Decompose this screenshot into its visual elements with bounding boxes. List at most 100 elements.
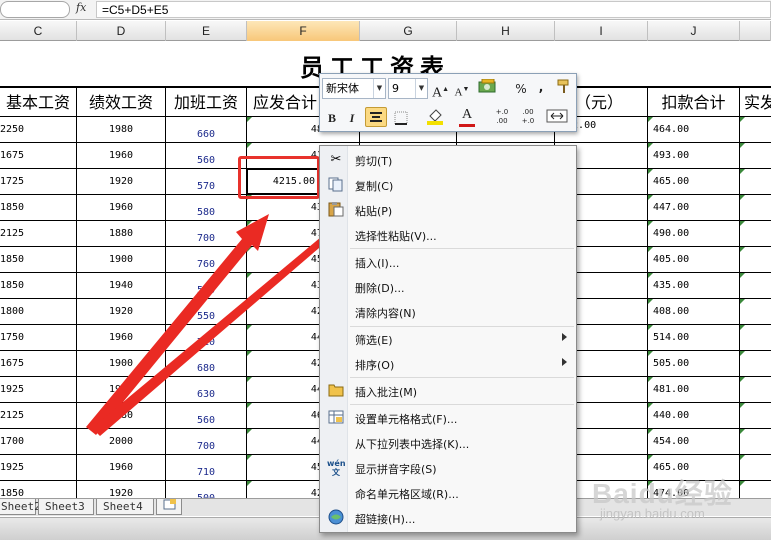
cell-performance-pay[interactable]: 1940 [77,273,166,298]
menu-item-clear-contents[interactable]: 清除内容(N) [321,300,575,324]
font-size-select[interactable]: 9 ▼ [388,78,428,99]
cell-net-pay[interactable] [740,325,771,350]
cell-base-salary[interactable]: 1850 [0,247,77,272]
cell-net-pay[interactable] [740,117,771,142]
sheet-tab-sheet3[interactable]: Sheet3 [38,499,94,515]
cell-net-pay[interactable] [740,247,771,272]
italic-button[interactable]: I [344,108,360,128]
menu-item-paste-special[interactable]: 选择性粘贴(V)... [321,223,575,247]
cell-base-salary[interactable]: 1850 [0,273,77,298]
cell-overtime-pay[interactable]: 580 [166,195,247,220]
cell-net-pay[interactable] [740,403,771,428]
decrease-decimal-button[interactable]: .00 +.0 [516,108,540,128]
name-box[interactable] [0,1,70,18]
cell-deductions[interactable]: 447.00 [648,195,740,220]
insert-function-icon[interactable]: fx [76,1,92,18]
comma-style-button[interactable]: , [536,77,546,97]
cell-base-salary[interactable]: 1725 [0,169,77,194]
cell-net-pay[interactable] [740,481,771,498]
cell-overtime-pay[interactable]: 680 [166,351,247,376]
cell-overtime-pay[interactable]: 570 [166,169,247,194]
cell-deductions[interactable]: 465.00 [648,455,740,480]
column-header-e[interactable]: E [166,21,247,41]
header-net-pay[interactable]: 实发 [740,88,771,117]
column-header-f[interactable]: F [247,21,360,41]
cell-overtime-pay[interactable]: 560 [166,273,247,298]
cell-deductions[interactable]: 440.00 [648,403,740,428]
cell-net-pay[interactable] [740,169,771,194]
cell-net-pay[interactable] [740,455,771,480]
column-header-i[interactable]: I [555,21,648,41]
cell-base-salary[interactable]: 1675 [0,351,77,376]
cell-net-pay[interactable] [740,143,771,168]
menu-item-copy[interactable]: 复制(C) [321,173,575,197]
header-base-salary[interactable]: 基本工资 [0,88,77,117]
sheet-tab-sheet2[interactable]: Sheet2 [0,499,41,515]
cell-net-pay[interactable] [740,299,771,324]
header-deductions[interactable]: 扣款合计 [648,88,740,117]
cell-deductions[interactable]: 490.00 [648,221,740,246]
cell-base-salary[interactable]: 2250 [0,117,77,142]
cell-overtime-pay[interactable]: 760 [166,247,247,272]
column-header-d[interactable]: D [77,21,166,41]
header-performance-pay[interactable]: 绩效工资 [77,88,166,117]
increase-decimal-button[interactable]: +.0 .00 [490,108,514,128]
cell-base-salary[interactable]: 2125 [0,221,77,246]
merge-cells-icon[interactable] [544,108,570,128]
header-overtime-pay[interactable]: 加班工资 [166,88,247,117]
cell-base-salary[interactable]: 1700 [0,429,77,454]
menu-item-cut[interactable]: ✂ 剪切(T) [321,148,575,172]
cell-deductions[interactable]: 514.00 [648,325,740,350]
menu-item-insert-comment[interactable]: 插入批注(M) [321,379,575,403]
cell-deductions[interactable]: 435.00 [648,273,740,298]
column-header-k[interactable] [740,21,771,41]
cell-deductions[interactable]: 465.00 [648,169,740,194]
cell-base-salary[interactable]: 1750 [0,325,77,350]
cell-performance-pay[interactable]: 1980 [77,403,166,428]
cell-performance-pay[interactable]: 1920 [77,169,166,194]
cell-deductions[interactable]: 505.00 [648,351,740,376]
menu-item-define-name[interactable]: 命名单元格区域(R)... [321,481,575,505]
column-header-h[interactable]: H [457,21,555,41]
column-header-c[interactable]: C [0,21,77,41]
menu-item-filter[interactable]: 筛选(E) [321,327,575,351]
bold-button[interactable]: B [324,108,340,128]
cell-overtime-pay[interactable]: 630 [166,377,247,402]
cell-base-salary[interactable]: 1675 [0,143,77,168]
borders-icon[interactable] [390,108,412,128]
cell-net-pay[interactable] [740,221,771,246]
cell-performance-pay[interactable]: 1980 [77,117,166,142]
percent-style-button[interactable]: % [514,79,528,99]
cell-net-pay[interactable] [740,195,771,220]
cell-base-salary[interactable]: 1850 [0,481,77,498]
cell-performance-pay[interactable]: 1880 [77,221,166,246]
cell-overtime-pay[interactable]: 660 [166,117,247,142]
cell-overtime-pay[interactable]: 700 [166,429,247,454]
cell-net-pay[interactable] [740,273,771,298]
cell-base-salary[interactable]: 1800 [0,299,77,324]
cell-performance-pay[interactable]: 1960 [77,325,166,350]
cell-net-pay[interactable] [740,351,771,376]
cell-overtime-pay[interactable]: 560 [166,403,247,428]
cell-base-salary[interactable]: 1850 [0,195,77,220]
cell-performance-pay[interactable]: 1960 [77,143,166,168]
cell-deductions[interactable]: 464.00 [648,117,740,142]
cell-overtime-pay[interactable]: 710 [166,325,247,350]
chevron-down-icon[interactable]: ▼ [373,79,385,98]
cell-overtime-pay[interactable]: 700 [166,221,247,246]
cell-base-salary[interactable]: 2125 [0,403,77,428]
cell-deductions[interactable]: 405.00 [648,247,740,272]
menu-item-sort[interactable]: 排序(O) [321,352,575,376]
cell-deductions[interactable]: 454.00 [648,429,740,454]
format-painter-icon[interactable] [555,79,573,99]
sheet-tab-sheet4[interactable]: Sheet4 [96,499,154,515]
menu-item-paste[interactable]: 粘贴(P) [321,198,575,222]
cell-performance-pay[interactable]: 1960 [77,195,166,220]
cell-deductions[interactable]: 408.00 [648,299,740,324]
menu-item-pick-from-list[interactable]: 从下拉列表中选择(K)... [321,431,575,455]
cell-overtime-pay[interactable]: 550 [166,299,247,324]
cell-performance-pay[interactable]: 1920 [77,481,166,498]
formula-input[interactable]: =C5+D5+E5 [96,1,771,18]
align-center-icon[interactable] [365,107,387,127]
menu-item-hyperlink[interactable]: 超链接(H)... [321,506,575,530]
